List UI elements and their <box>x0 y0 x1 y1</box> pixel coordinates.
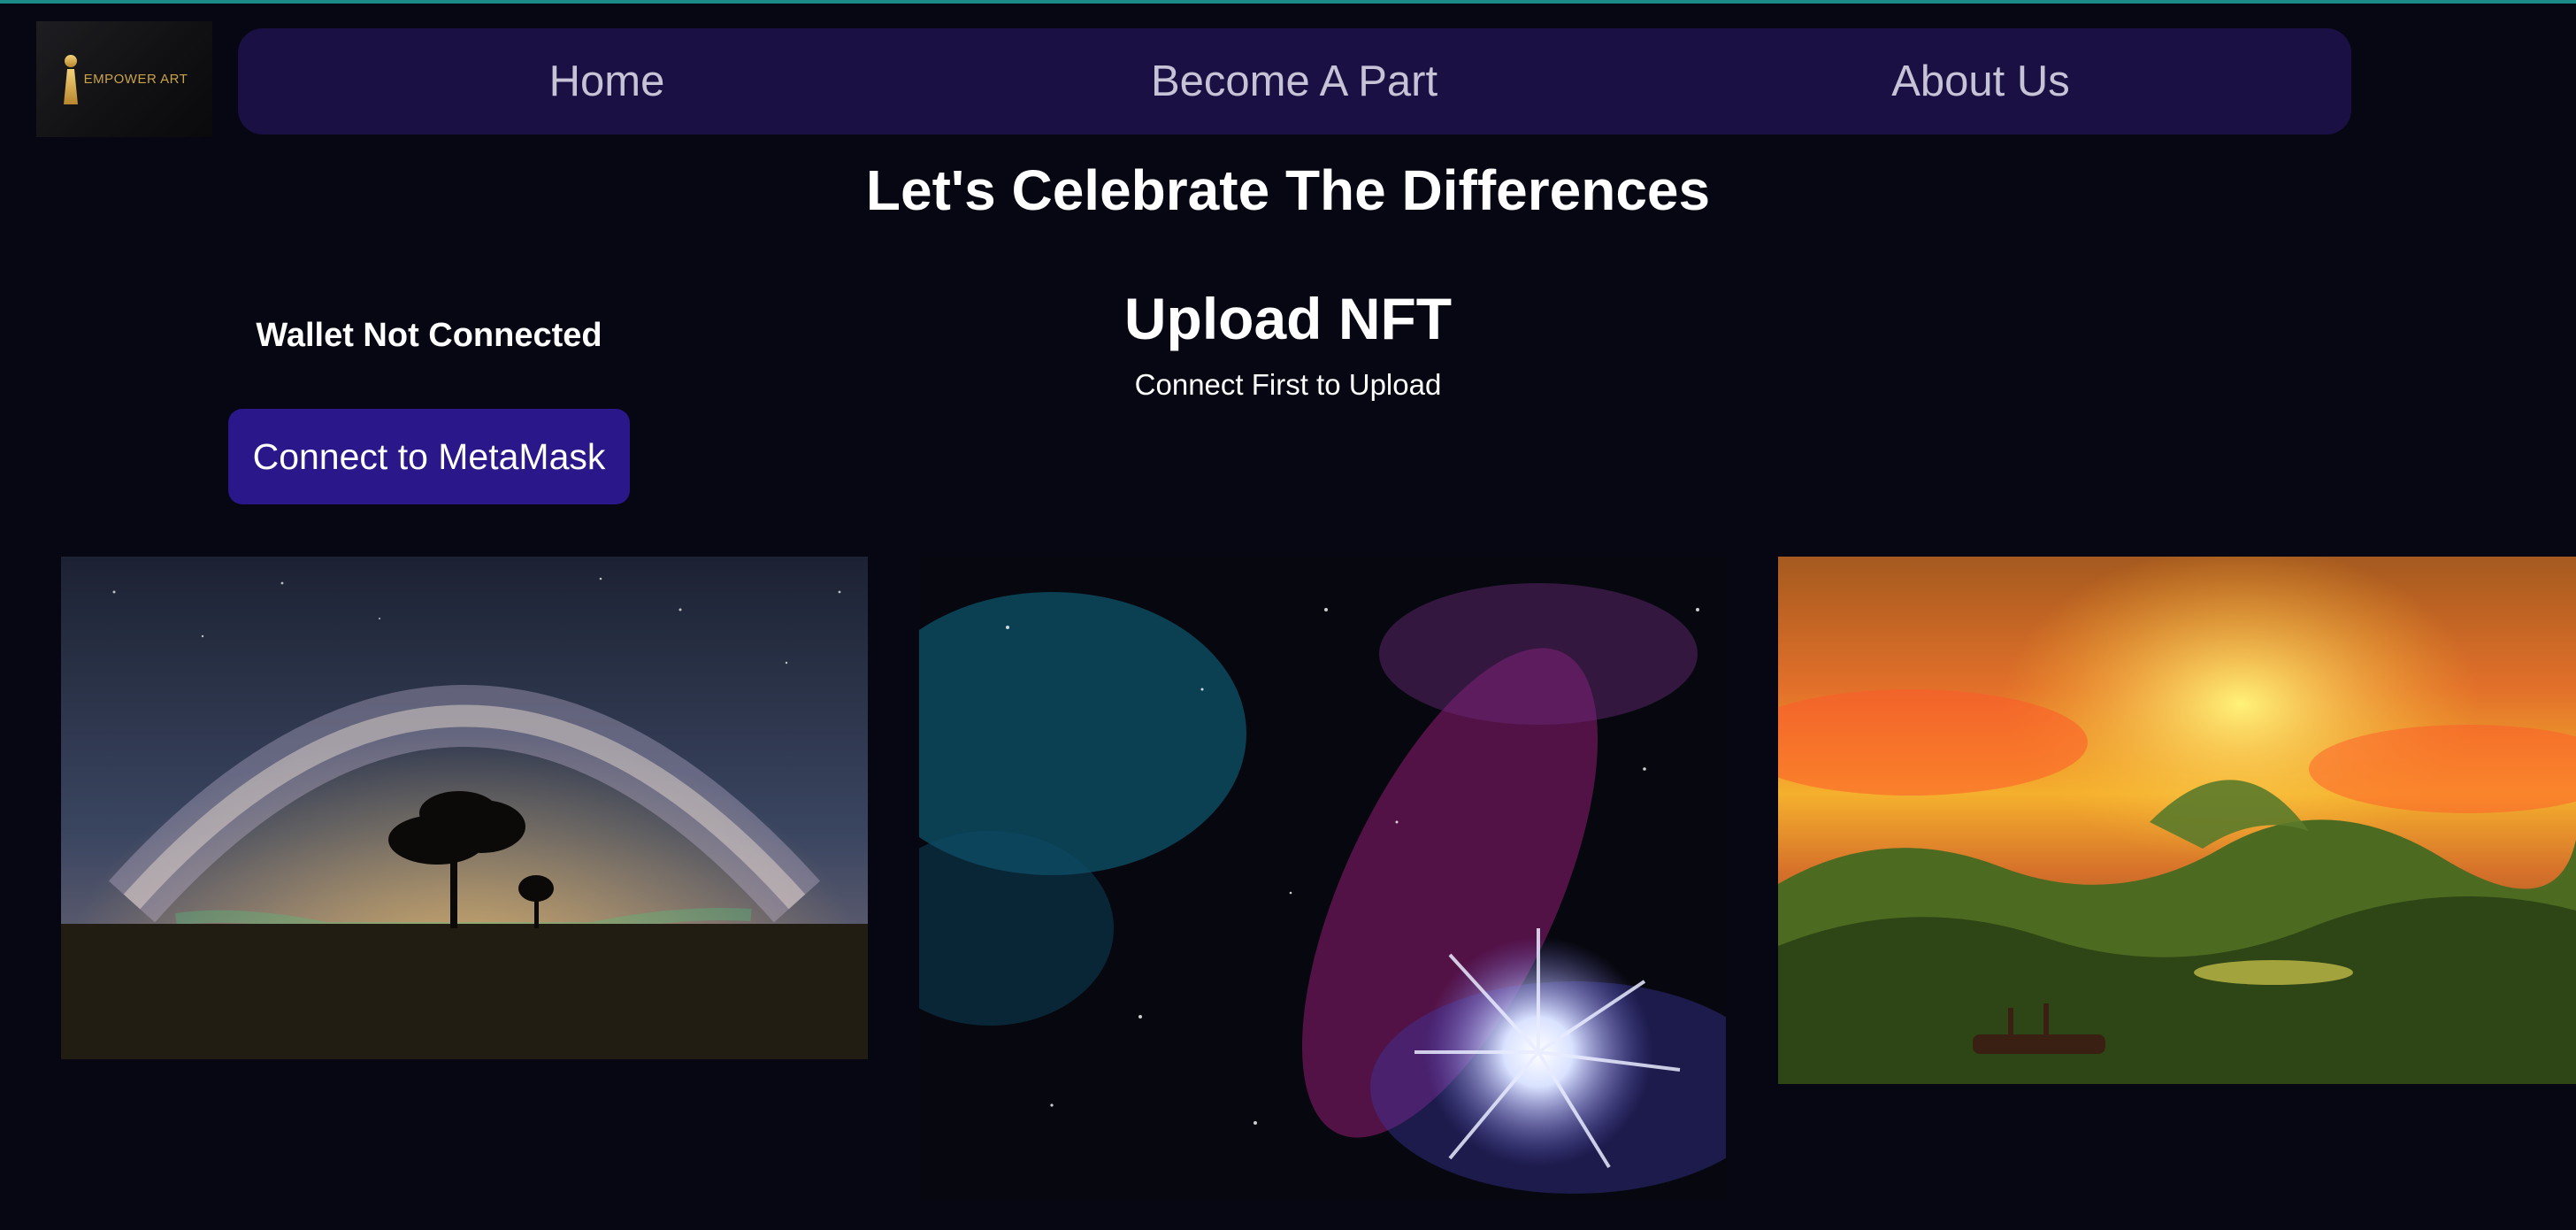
page-headline: Let's Celebrate The Differences <box>865 158 1711 222</box>
logo-text: EMPOWER ART <box>83 72 188 87</box>
stormy-sea-artwork <box>1778 557 2576 1084</box>
galaxy-artwork <box>919 557 1726 1200</box>
logo[interactable]: EMPOWER ART <box>36 21 212 137</box>
navbar: Home Become A Part About Us <box>238 28 2351 135</box>
upload-hint-text: Connect First to Upload <box>1134 368 1442 401</box>
nav-become-a-part-link[interactable]: Become A Part <box>1151 28 1438 135</box>
logo-content: EMPOWER ART <box>61 53 188 106</box>
connect-metamask-button[interactable]: Connect to MetaMask <box>228 409 630 504</box>
keyhole-figure-icon <box>63 54 78 104</box>
upload-nft-title: Upload NFT <box>1123 286 1453 351</box>
top-accent-line <box>0 0 2576 4</box>
nft-image-galaxy[interactable] <box>919 557 1726 1200</box>
nav-home-link[interactable]: Home <box>549 28 665 135</box>
nav-about-us-link[interactable]: About Us <box>1891 28 2070 135</box>
milky-way-artwork <box>61 557 868 1059</box>
nft-image-milky-way[interactable] <box>61 557 868 1059</box>
nft-image-stormy-sea[interactable] <box>1778 557 2576 1084</box>
page: EMPOWER ART Home Become A Part About Us … <box>0 0 2576 1230</box>
